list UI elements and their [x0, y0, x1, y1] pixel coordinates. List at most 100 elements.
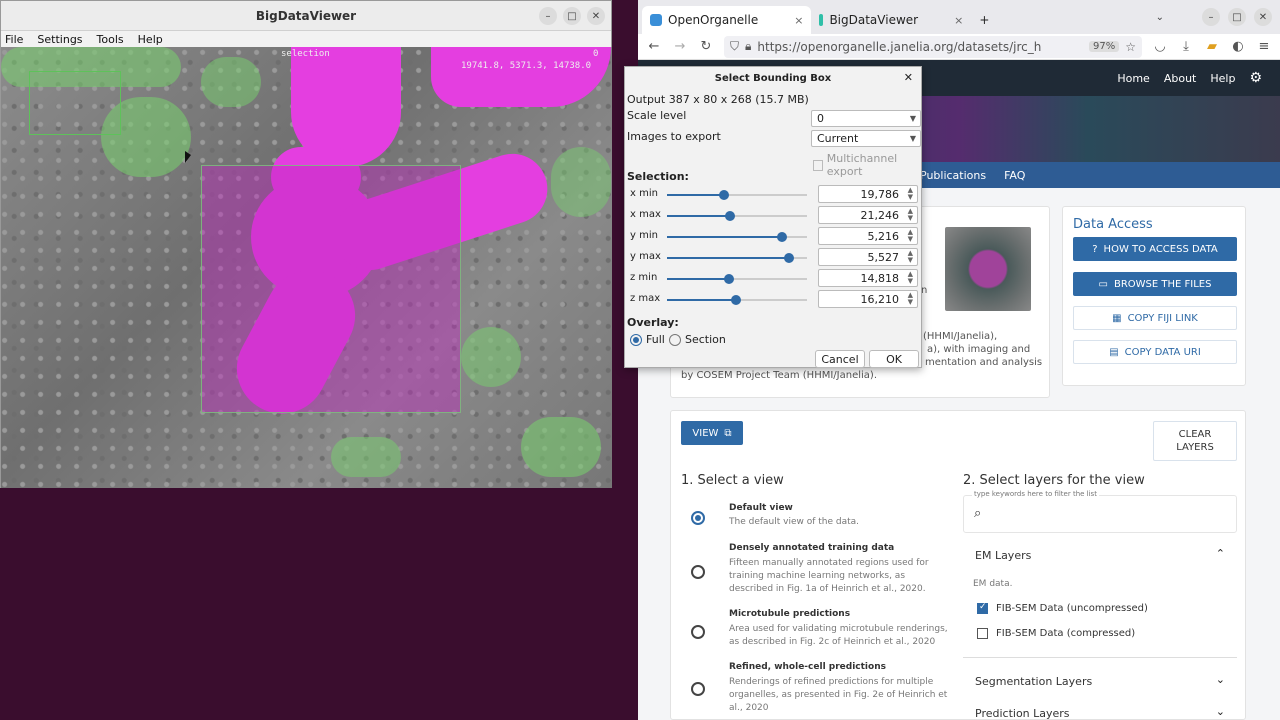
slider-track[interactable]	[667, 295, 807, 305]
slider-value-spinner[interactable]: 16,210 ▲ ▼	[818, 290, 918, 308]
lock-icon[interactable]: 🔒︎	[745, 39, 751, 54]
slider-handle[interactable]	[776, 232, 787, 242]
slider-value-spinner[interactable]: 19,786 ▲ ▼	[818, 185, 918, 203]
spinner-arrows-icon[interactable]: ▲ ▼	[908, 229, 913, 243]
zoom-level[interactable]: 97%	[1089, 41, 1120, 52]
copy-data-uri-button[interactable]: ▤ COPY DATA URI	[1073, 340, 1237, 364]
list-tabs-icon[interactable]: ⌄	[1156, 12, 1164, 23]
image-viewer-canvas[interactable]: selection 19741.8, 5371.3, 14738.0 0	[1, 47, 612, 488]
tab-close-icon[interactable]: ×	[794, 14, 803, 27]
nav-publications-link[interactable]: Publications	[920, 169, 986, 182]
ok-button[interactable]: OK	[869, 350, 919, 368]
dialog-titlebar[interactable]: Select Bounding Box ✕	[625, 67, 921, 89]
close-icon[interactable]: ✕	[1254, 8, 1272, 26]
view-radio[interactable]	[691, 682, 705, 696]
nav-about-link[interactable]: About	[1164, 72, 1197, 85]
nav-help-link[interactable]: Help	[1210, 72, 1235, 85]
bookmark-star-icon[interactable]: ☆	[1125, 40, 1136, 54]
prediction-layers-header[interactable]: Prediction Layers ⌄	[963, 705, 1237, 720]
selection-bounding-box[interactable]	[201, 165, 461, 413]
layer-checkbox[interactable]	[977, 628, 988, 639]
chevron-up-icon[interactable]: ⌃	[1216, 547, 1225, 560]
settings-gear-icon[interactable]: ⚙	[1249, 70, 1262, 86]
slider-value-spinner[interactable]: 5,527 ▲ ▼	[818, 248, 918, 266]
spinner-arrows-icon[interactable]: ▲ ▼	[908, 250, 913, 264]
slider-handle[interactable]	[725, 211, 735, 221]
overlay-full-radio[interactable]	[630, 333, 642, 346]
shield-icon[interactable]: ⛉	[730, 39, 739, 54]
chevron-down-icon[interactable]: ⌄	[1216, 673, 1225, 686]
slider-track[interactable]	[667, 190, 807, 200]
maximize-icon[interactable]: □	[1228, 8, 1246, 26]
reload-icon[interactable]: ↻	[698, 39, 714, 54]
layer-checkbox[interactable]	[977, 602, 988, 614]
copy-fiji-link-button[interactable]: ▦ COPY FIJI LINK	[1073, 306, 1237, 330]
multichannel-checkbox[interactable]	[813, 159, 823, 171]
slider-track[interactable]	[667, 211, 807, 221]
browse-files-button[interactable]: ▭ BROWSE THE FILES	[1073, 272, 1237, 296]
spinner-arrows-icon[interactable]: ▲ ▼	[908, 187, 913, 201]
cancel-button[interactable]: Cancel	[815, 350, 865, 368]
slider-handle[interactable]	[783, 253, 794, 263]
dataset-thumbnail[interactable]	[945, 227, 1031, 311]
slider-handle[interactable]	[730, 295, 741, 305]
folder-icon[interactable]: ▰	[1204, 39, 1220, 54]
new-tab-button[interactable]: +	[971, 6, 997, 34]
downloads-icon[interactable]: ⤓	[1178, 39, 1194, 54]
close-icon[interactable]: ✕	[904, 71, 913, 84]
view-radio[interactable]	[691, 565, 705, 579]
images-to-export-select[interactable]: Current ▼	[811, 130, 921, 147]
scale-level-select[interactable]: 0 ▼	[811, 110, 921, 127]
maximize-icon[interactable]: □	[563, 7, 581, 25]
bdv-titlebar[interactable]: BigDataViewer – □ ✕	[1, 1, 611, 31]
address-bar[interactable]: ⛉ 🔒︎ https://openorganelle.janelia.org/d…	[724, 35, 1142, 58]
minimize-icon[interactable]: –	[1202, 8, 1220, 26]
view-radio[interactable]	[691, 511, 705, 525]
layer-compressed[interactable]: FIB-SEM Data (compressed)	[977, 628, 1135, 639]
view-selection-card: VIEW ⧉ CLEAR LAYERS 1. Select a view Def…	[670, 410, 1246, 720]
slider-handle[interactable]	[719, 190, 730, 200]
view-button[interactable]: VIEW ⧉	[681, 421, 743, 445]
menu-help[interactable]: Help	[138, 33, 163, 46]
menu-file[interactable]: File	[5, 33, 23, 46]
minimize-icon[interactable]: –	[539, 7, 557, 25]
menu-icon[interactable]: ≡	[1256, 39, 1272, 54]
tab-close-icon[interactable]: ×	[954, 14, 963, 27]
nav-home-link[interactable]: Home	[1117, 72, 1149, 85]
overlay-section-radio[interactable]	[669, 333, 681, 346]
nav-faq-link[interactable]: FAQ	[1004, 169, 1025, 182]
slider-track[interactable]	[667, 274, 807, 284]
chevron-down-icon[interactable]: ⌄	[1216, 705, 1225, 718]
pocket-icon[interactable]: ◡	[1152, 39, 1168, 54]
slider-track[interactable]	[667, 253, 807, 263]
view-radio[interactable]	[691, 625, 705, 639]
overlay-full-option[interactable]: Full	[630, 333, 665, 346]
overlay-section-option[interactable]: Section	[669, 333, 726, 346]
em-layers-header[interactable]: EM Layers ⌃	[963, 545, 1237, 567]
spinner-arrows-icon[interactable]: ▲ ▼	[908, 208, 913, 222]
extension-icon[interactable]: ◐	[1230, 39, 1246, 54]
slider-value-spinner[interactable]: 5,216 ▲ ▼	[818, 227, 918, 245]
menu-tools[interactable]: Tools	[97, 33, 124, 46]
slider-value-spinner[interactable]: 21,246 ▲ ▼	[818, 206, 918, 224]
tab-bigdataviewer[interactable]: BigDataViewer ×	[811, 6, 971, 34]
menu-settings[interactable]: Settings	[37, 33, 82, 46]
layer-uncompressed[interactable]: FIB-SEM Data (uncompressed)	[977, 602, 1148, 614]
clear-layers-button[interactable]: CLEAR LAYERS	[1153, 421, 1237, 461]
segmentation-layers-header[interactable]: Segmentation Layers ⌄	[963, 673, 1237, 693]
spinner-value: 19,786	[860, 187, 900, 201]
forward-icon[interactable]: →	[672, 39, 688, 54]
back-icon[interactable]: ←	[646, 39, 662, 54]
close-icon[interactable]: ✕	[587, 7, 605, 25]
tab-openorganelle[interactable]: OpenOrganelle ×	[642, 6, 812, 34]
tab-label: OpenOrganelle	[668, 13, 759, 27]
spinner-arrows-icon[interactable]: ▲ ▼	[908, 271, 913, 285]
layer-filter-input[interactable]: type keywords here to filter the list ⌕	[963, 490, 1237, 533]
slider-value-spinner[interactable]: 14,818 ▲ ▼	[818, 269, 918, 287]
slider-handle[interactable]	[723, 274, 734, 284]
dialog-title: Select Bounding Box	[714, 72, 832, 84]
slider-track[interactable]	[667, 232, 807, 242]
spinner-arrows-icon[interactable]: ▲ ▼	[908, 292, 913, 306]
how-to-access-data-button[interactable]: ? HOW TO ACCESS DATA	[1073, 237, 1237, 261]
multichannel-export-option[interactable]: Multichannel export	[813, 152, 921, 178]
